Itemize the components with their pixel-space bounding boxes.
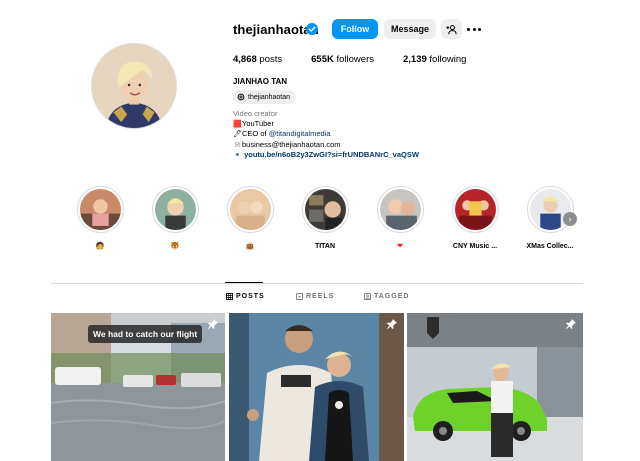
follow-button[interactable]: Follow	[332, 19, 378, 39]
highlight-item[interactable]: 🧑	[75, 186, 125, 252]
profile-bio: Video creator 🟥YouTuber 🖊CEO of @titandi…	[233, 109, 419, 160]
tab-posts[interactable]: POSTS	[226, 293, 265, 300]
bio-mention-link[interactable]: @titandigitalmedia	[269, 129, 331, 138]
profile-avatar[interactable]	[91, 43, 177, 129]
post-image-green-car	[407, 313, 583, 461]
highlight-label: TITAN	[314, 243, 336, 250]
highlight-item[interactable]: TITAN	[300, 186, 350, 252]
bio-category: Video creator	[233, 109, 278, 118]
pin-icon	[566, 319, 576, 329]
message-button[interactable]: Message	[384, 19, 436, 39]
pin-icon	[208, 319, 218, 329]
highlight-cover-image	[304, 189, 346, 230]
more-options-icon[interactable]	[467, 22, 481, 36]
highlight-cover-image	[154, 189, 196, 230]
profile-full-name: JIANHAO TAN	[233, 77, 288, 86]
followers-count[interactable]: 655K followers	[311, 54, 374, 65]
highlight-cover-image	[379, 189, 421, 230]
highlight-item[interactable]: ❤	[375, 186, 425, 252]
tabs-divider	[51, 283, 583, 284]
pen-icon: 🖊	[233, 130, 242, 139]
highlight-cover-image	[79, 189, 121, 230]
threads-icon	[237, 93, 245, 101]
add-person-icon	[446, 24, 457, 34]
reels-icon	[296, 293, 303, 300]
post-tile[interactable]	[407, 313, 583, 461]
bio-line-email: ✉ business@thejianhaotan.com	[234, 139, 341, 149]
highlight-item[interactable]: CNY Music ...	[450, 186, 500, 252]
verified-badge-icon	[306, 23, 318, 35]
post-tile[interactable]	[229, 313, 404, 461]
highlight-label: ❤	[397, 243, 403, 250]
highlight-label: CNY Music ...	[452, 243, 498, 250]
highlight-cover-image	[229, 189, 271, 230]
bio-line-ceo: 🖊CEO of @titandigitalmedia	[233, 129, 331, 139]
bio-line-youtuber: 🟥YouTuber	[233, 119, 274, 129]
pin-icon	[387, 319, 397, 329]
highlight-cover-image	[454, 189, 496, 230]
highlight-label: 🐯	[170, 243, 180, 250]
tab-reels[interactable]: REELS	[296, 293, 334, 300]
highlight-label: 🧑	[95, 243, 105, 250]
link-icon: ⚭	[234, 150, 241, 159]
tab-tagged[interactable]: TAGGED	[364, 293, 409, 300]
suggested-accounts-button[interactable]	[441, 19, 462, 39]
highlight-label: 👜	[245, 243, 255, 250]
highlights-next-arrow-icon[interactable]: ›	[563, 212, 577, 226]
story-highlights: 🧑 🐯 👜 TITAN ❤ CNY Music ... XMas Collec.…	[74, 186, 584, 256]
bio-external-link[interactable]: ⚭ youtu.be/n6oB2y3ZwGI?si=frUNDBANrC_vaQ…	[233, 150, 419, 160]
post-tile[interactable]: We had to catch our flight	[51, 313, 225, 461]
tagged-icon	[364, 293, 371, 300]
highlight-item[interactable]: 👜	[225, 186, 275, 252]
red-square-icon: 🟥	[233, 120, 242, 129]
threads-handle: thejianhaotan	[248, 93, 291, 101]
highlight-item[interactable]: 🐯	[150, 186, 200, 252]
envelope-icon: ✉	[234, 140, 241, 149]
posts-count: 4,868 posts	[233, 54, 283, 65]
threads-badge[interactable]: thejianhaotan	[233, 90, 297, 104]
highlight-label: XMas Collec...	[526, 243, 574, 250]
following-count[interactable]: 2,139 following	[403, 54, 466, 65]
post-caption-overlay: We had to catch our flight	[88, 325, 203, 343]
post-image-two-people	[229, 313, 404, 461]
grid-icon	[226, 293, 233, 300]
active-tab-indicator	[225, 282, 263, 283]
profile-stats: 4,868 posts 655K followers 2,139 followi…	[233, 54, 495, 65]
